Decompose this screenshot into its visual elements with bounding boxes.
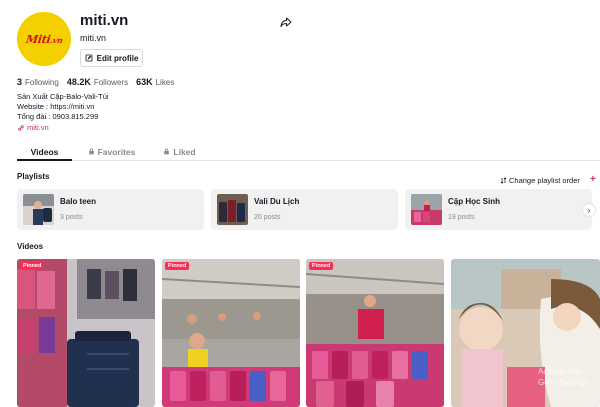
- video-thumbnail: [306, 259, 444, 407]
- profile-tabs: Videos Favorites Liked: [17, 143, 600, 161]
- add-playlist-icon[interactable]: +: [590, 174, 596, 185]
- avatar-logo: Miti.vn: [24, 32, 64, 46]
- playlist-name: Balo teen: [60, 197, 97, 206]
- playlist-thumbnail: [411, 194, 442, 225]
- playlist-thumbnail: [23, 194, 54, 225]
- stat-following[interactable]: 3 Following: [17, 77, 59, 87]
- bio-line: Sản Xuất Cặp-Balo-Vali-Túi: [17, 92, 109, 101]
- sort-icon: [500, 177, 507, 184]
- playlist-card[interactable]: Balo teen 3 posts: [17, 189, 204, 230]
- stat-likes: 63K Likes: [136, 77, 175, 87]
- video-thumbnail: [162, 259, 300, 407]
- lock-icon: [164, 148, 170, 155]
- pinned-badge: Pinned: [20, 262, 45, 270]
- stat-followers[interactable]: 48.2K Followers: [67, 77, 128, 87]
- share-arrow-icon[interactable]: [280, 16, 292, 28]
- pinned-badge: Pinned: [165, 262, 190, 270]
- bio-line: Tổng đài : 0903.815.299: [17, 112, 99, 121]
- video-card[interactable]: Pinned: [17, 259, 155, 407]
- chevron-right-icon: ›: [587, 205, 591, 215]
- video-card[interactable]: Pinned: [162, 259, 300, 407]
- bio-line: Website : https://miti.vn: [17, 102, 95, 111]
- playlist-next-button[interactable]: ›: [582, 203, 596, 217]
- playlist-thumbnail: [217, 194, 248, 225]
- change-playlist-order-button[interactable]: Change playlist order: [500, 176, 580, 185]
- profile-username: miti.vn: [80, 12, 129, 29]
- tab-videos[interactable]: Videos: [17, 143, 72, 161]
- videos-heading: Videos: [17, 242, 44, 251]
- video-card[interactable]: Pinned: [306, 259, 444, 407]
- activation-watermark: Activate Win Go to Settings: [538, 367, 589, 387]
- link-icon: [18, 124, 24, 131]
- lock-icon: [88, 148, 94, 155]
- bio-link[interactable]: miti.vn: [17, 123, 49, 132]
- tab-liked[interactable]: Liked: [157, 143, 202, 161]
- playlist-name: Vali Du Lịch: [254, 197, 300, 206]
- video-thumbnail: [17, 259, 155, 407]
- playlists-heading: Playlists: [17, 172, 50, 181]
- playlist-card[interactable]: Cặp Học Sinh 19 posts: [405, 189, 592, 230]
- tab-favorites[interactable]: Favorites: [84, 143, 139, 161]
- profile-stats: 3 Following 48.2K Followers 63K Likes: [17, 77, 174, 87]
- edit-profile-label: Edit profile: [96, 53, 139, 63]
- video-card[interactable]: Activate Win Go to Settings: [451, 259, 600, 407]
- playlist-count: 19 posts: [448, 214, 475, 221]
- pinned-badge: Pinned: [309, 262, 334, 270]
- playlist-count: 3 posts: [60, 214, 83, 221]
- avatar[interactable]: Miti.vn: [17, 12, 71, 66]
- edit-icon: [85, 54, 93, 62]
- playlist-card[interactable]: Vali Du Lịch 20 posts: [211, 189, 398, 230]
- profile-nickname: miti.vn: [80, 33, 107, 43]
- playlist-name: Cặp Học Sinh: [448, 197, 501, 206]
- playlist-count: 20 posts: [254, 214, 281, 221]
- edit-profile-button[interactable]: Edit profile: [80, 49, 143, 67]
- profile-bio: Sản Xuất Cặp-Balo-Vali-Túi Website : htt…: [17, 92, 109, 122]
